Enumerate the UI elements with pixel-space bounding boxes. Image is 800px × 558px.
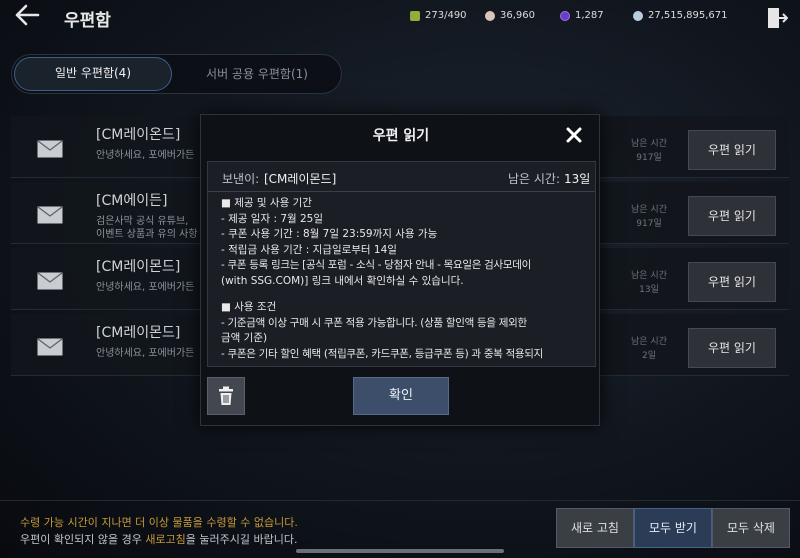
mail-sender: [CM레이몬드] [96, 259, 181, 275]
refresh-notice: 우편이 확인되지 않을 경우 새로고침을 눌러주시길 바랍니다. [20, 531, 298, 547]
footer-divider [0, 500, 800, 501]
page-title: 우편함 [64, 11, 111, 31]
remaining-value: 13일 [639, 285, 659, 295]
mail-preview: 안녕하세요, 포에버가든 [96, 282, 195, 293]
content-line: (with SSG.COM)] 링크 내에서 확인하실 수 있습니다. [221, 274, 464, 287]
refresh-notice-text-end: 을 눌러주시길 바랍니다. [185, 533, 298, 546]
confirm-button[interactable]: 확인 [353, 377, 449, 415]
close-icon [566, 127, 582, 143]
read-mail-button[interactable]: 우편 읽기 [688, 196, 776, 236]
content-line: ■ 제공 및 사용 기간 [221, 197, 312, 209]
content-line: - 쿠폰 등록 링크는 [공식 포럼 - 소식 - 당첨자 안내 - 목요일은 … [221, 259, 531, 271]
remaining-time-label: 남은 시간: [508, 172, 561, 186]
purple-gem-counter: 1,287 [560, 10, 604, 21]
mail-preview: 안녕하세요, 포에버가든 [96, 348, 195, 359]
purple-gem-icon [560, 10, 570, 21]
remaining-value: 917일 [636, 219, 662, 229]
refresh-notice-highlight: 새로고침 [145, 533, 186, 546]
close-button[interactable] [564, 125, 584, 145]
tab-server-mailbox[interactable]: 서버 공용 우편함(1) [174, 57, 340, 91]
exit-button[interactable] [766, 6, 789, 30]
mailbox-tabs: 일반 우편함(4) 서버 공용 우편함(1) [11, 54, 342, 94]
content-line: - 제공 일자 : 7월 25일 [221, 212, 324, 225]
exit-door-icon [768, 8, 789, 28]
remaining-label: 남은 시간 [631, 271, 667, 281]
pearl-counter: 36,960 [485, 10, 535, 21]
remaining-value: 917일 [636, 153, 662, 163]
inventory-value: 273/490 [425, 10, 467, 21]
mail-preview-line2: 이벤트 상품과 유의 사항 [96, 229, 198, 240]
envelope-icon [37, 140, 63, 158]
mail-sender: [CM에이든] [96, 193, 168, 209]
silver-counter: 27,515,895,671 [633, 10, 728, 21]
mail-meta: 보낸이: [CM레이몬드] 남은 시간: 13일 [208, 162, 595, 192]
delete-mail-button[interactable] [207, 377, 245, 415]
remaining-value: 2일 [641, 351, 656, 361]
pearl-value: 36,960 [500, 10, 535, 21]
purple-gem-value: 1,287 [575, 10, 604, 21]
mail-content: ■ 제공 및 사용 기간 - 제공 일자 : 7월 25일 - 쿠폰 사용 기간… [221, 196, 589, 362]
mail-body[interactable]: 보낸이: [CM레이몬드] 남은 시간: 13일 ■ 제공 및 사용 기간 - … [207, 161, 596, 367]
read-mail-dialog: 우편 읽기 보낸이: [CM레이몬드] 남은 시간: 13일 ■ 제공 및 사용… [200, 114, 600, 426]
content-line: - 적립금 사용 기간 : 지급일로부터 14일 [221, 243, 397, 256]
read-mail-button[interactable]: 우편 읽기 [688, 328, 776, 368]
envelope-icon [37, 206, 63, 224]
mail-preview: 안녕하세요, 포에버가든 [96, 150, 195, 161]
content-line: ■ 사용 조건 [221, 301, 277, 313]
read-mail-button[interactable]: 우편 읽기 [688, 130, 776, 170]
remaining-label: 남은 시간 [631, 337, 667, 347]
back-button[interactable] [12, 4, 42, 32]
tab-general-mailbox[interactable]: 일반 우편함(4) [14, 57, 172, 91]
envelope-icon [37, 338, 63, 356]
content-line: - 기준금액 이상 구매 시 쿠폰 적용 가능합니다. (상품 할인액 등을 제… [221, 316, 527, 329]
inventory-counter: 273/490 [410, 10, 467, 21]
trash-icon [219, 386, 233, 405]
top-bar: 우편함 273/490 36,960 1,287 27,515,895,671 [0, 0, 800, 36]
sender-value: [CM레이몬드] [264, 172, 337, 186]
home-indicator[interactable] [296, 549, 504, 553]
content-line: - 쿠폰은 기타 할인 혜택 (적립쿠폰, 카드쿠폰, 등급쿠폰 등) 과 중복… [221, 347, 544, 360]
pearl-icon [485, 10, 495, 21]
expiry-notice: 수령 가능 시간이 지나면 더 이상 물품을 수령할 수 없습니다. [20, 516, 298, 529]
dialog-title: 우편 읽기 [372, 128, 430, 144]
content-line: - 쿠폰 사용 기간 : 8월 7일 23:59까지 사용 가능 [221, 228, 438, 240]
mail-sender: [CM레이온드] [96, 127, 181, 143]
remaining-label: 남은 시간 [631, 205, 667, 215]
arrow-left-icon [15, 4, 40, 26]
inventory-icon [410, 10, 420, 21]
refresh-button[interactable]: 새로 고침 [556, 508, 634, 548]
sender-label: 보낸이: [222, 172, 260, 186]
mail-sender: [CM레이몬드] [96, 325, 181, 341]
delete-all-button[interactable]: 모두 삭제 [712, 508, 790, 548]
read-mail-button[interactable]: 우편 읽기 [688, 262, 776, 302]
silver-coin-icon [633, 10, 643, 21]
remaining-time-value: 13일 [564, 172, 591, 186]
content-line: 금액 기준) [221, 332, 268, 344]
envelope-icon [37, 272, 63, 290]
refresh-notice-text: 우편이 확인되지 않을 경우 [20, 533, 146, 546]
silver-value: 27,515,895,671 [648, 10, 728, 21]
remaining-label: 남은 시간 [631, 139, 667, 149]
receive-all-button[interactable]: 모두 받기 [634, 508, 712, 548]
